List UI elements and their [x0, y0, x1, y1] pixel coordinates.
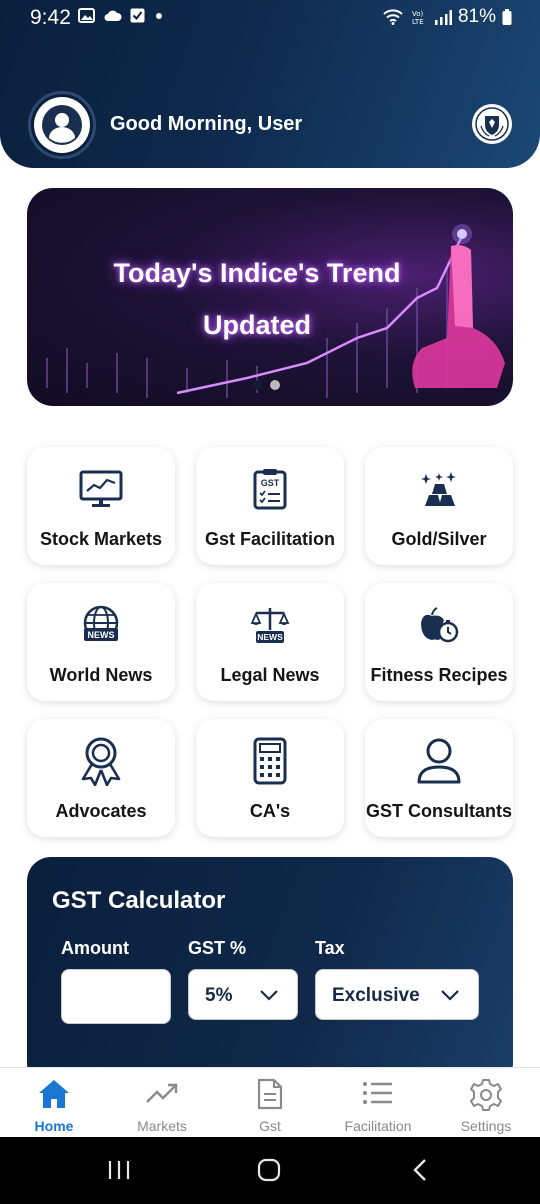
carousel-dot-1[interactable]: [252, 380, 262, 390]
avatar: [34, 97, 90, 153]
service-card-gold-silver[interactable]: Gold/Silver: [365, 447, 513, 565]
brand-logo-button[interactable]: [472, 104, 512, 144]
system-navigation-bar: [0, 1137, 540, 1204]
tab-label: Home: [34, 1118, 74, 1134]
monitor-chart-icon: [79, 470, 123, 507]
chevron-down-icon: [441, 990, 459, 1001]
tab-settings[interactable]: Settings: [432, 1068, 540, 1138]
banner-title: Today's Indice's Trend: [113, 258, 401, 288]
tab-label: Markets: [137, 1118, 187, 1134]
gear-icon: [470, 1079, 502, 1111]
volte-icon: Vo)LTE: [412, 10, 424, 26]
checkbox-icon: [130, 8, 145, 23]
service-card-gst-consultants[interactable]: GST Consultants: [365, 719, 513, 837]
promo-banner-carousel[interactable]: Today's Indice's Trend Updated: [27, 188, 513, 406]
battery-icon: [502, 9, 512, 25]
user-icon: [42, 105, 82, 145]
home-icon: [39, 1080, 69, 1108]
cloud-icon: [104, 10, 122, 21]
service-label: CA's: [249, 801, 291, 821]
gst-percent-select[interactable]: 5%: [188, 969, 298, 1020]
battery-percent: 81%: [457, 6, 496, 27]
trend-icon: [146, 1083, 178, 1103]
service-card-fitness-recipes[interactable]: Fitness Recipes: [365, 583, 513, 701]
tab-label: Facilitation: [344, 1118, 412, 1134]
gst-document-icon: GST: [253, 469, 287, 510]
crest-logo-icon: [475, 107, 509, 141]
wifi-icon: [383, 9, 403, 25]
trend-chart-graphic: [46, 224, 505, 398]
recent-apps-icon[interactable]: [107, 1159, 131, 1181]
tax-type-select[interactable]: Exclusive: [315, 969, 479, 1020]
tax-label: Tax: [315, 938, 345, 958]
service-label: Advocates: [55, 801, 147, 821]
tab-home[interactable]: Home: [0, 1068, 108, 1138]
apple-timer-icon: [421, 607, 459, 643]
person-icon: [417, 738, 461, 784]
services-grid: Stock Markets GST Gst Facilitation Gold/…: [27, 447, 513, 837]
service-label: Fitness Recipes: [370, 665, 508, 685]
gold-bars-icon: [421, 472, 456, 506]
service-label: Gst Facilitation: [204, 529, 336, 549]
home-button-icon[interactable]: [257, 1158, 281, 1182]
svg-text:NEWS: NEWS: [88, 630, 115, 640]
document-icon: [257, 1078, 283, 1110]
svg-text:GST: GST: [261, 478, 280, 488]
greeting-text: Good Morning, User: [110, 113, 303, 135]
dot-icon: [156, 12, 162, 19]
service-card-cas[interactable]: CA's: [196, 719, 344, 837]
carousel-indicators: [252, 380, 280, 390]
amount-input[interactable]: [61, 969, 171, 1024]
profile-avatar-button[interactable]: [28, 91, 96, 159]
signal-icon: [434, 9, 452, 25]
scales-news-icon: NEWS: [250, 608, 290, 643]
amount-label: Amount: [61, 938, 129, 958]
svg-text:Vo): Vo): [412, 10, 424, 18]
gst-calculator-card: GST Calculator Amount GST % Tax 5% Exclu…: [27, 857, 513, 1087]
svg-text:NEWS: NEWS: [257, 632, 283, 642]
chevron-down-icon: [260, 990, 278, 1001]
bottom-navigation: Home Markets Gst Facilitation Settings: [0, 1067, 540, 1137]
tab-label: Gst: [259, 1118, 281, 1134]
back-icon[interactable]: [412, 1158, 428, 1182]
status-time: 9:42: [30, 6, 71, 29]
tax-type-value: Exclusive: [332, 985, 420, 1006]
app-header: 9:42 Vo) LTE 81% Good Morning, User: [0, 0, 540, 168]
tab-markets[interactable]: Markets: [108, 1068, 216, 1138]
service-label: World News: [49, 665, 153, 685]
carousel-dot-2[interactable]: [270, 380, 280, 390]
tab-gst[interactable]: Gst: [216, 1068, 324, 1138]
gst-percent-label: GST %: [188, 938, 247, 958]
service-label: Legal News: [220, 665, 320, 685]
tab-label: Settings: [460, 1118, 512, 1134]
gallery-icon: [78, 8, 95, 23]
tab-facilitation[interactable]: Facilitation: [324, 1068, 432, 1138]
service-label: Gold/Silver: [391, 529, 487, 549]
award-ribbon-icon: [81, 737, 121, 786]
service-card-gst-facilitation[interactable]: GST Gst Facilitation: [196, 447, 344, 565]
calculator-icon: [253, 737, 287, 785]
status-bar: 9:42 Vo) LTE 81%: [0, 0, 540, 36]
calculator-title: GST Calculator: [52, 887, 226, 914]
service-card-stock-markets[interactable]: Stock Markets: [27, 447, 175, 565]
banner-subtitle: Updated: [203, 310, 311, 340]
list-icon: [363, 1082, 392, 1104]
gst-percent-value: 5%: [205, 985, 233, 1006]
globe-news-icon: NEWS: [83, 605, 119, 641]
service-card-advocates[interactable]: Advocates: [27, 719, 175, 837]
service-card-legal-news[interactable]: NEWS Legal News: [196, 583, 344, 701]
svg-text:LTE: LTE: [412, 18, 424, 26]
service-label: Stock Markets: [39, 529, 163, 549]
service-label: GST Consultants: [365, 801, 512, 821]
service-card-world-news[interactable]: NEWS World News: [27, 583, 175, 701]
